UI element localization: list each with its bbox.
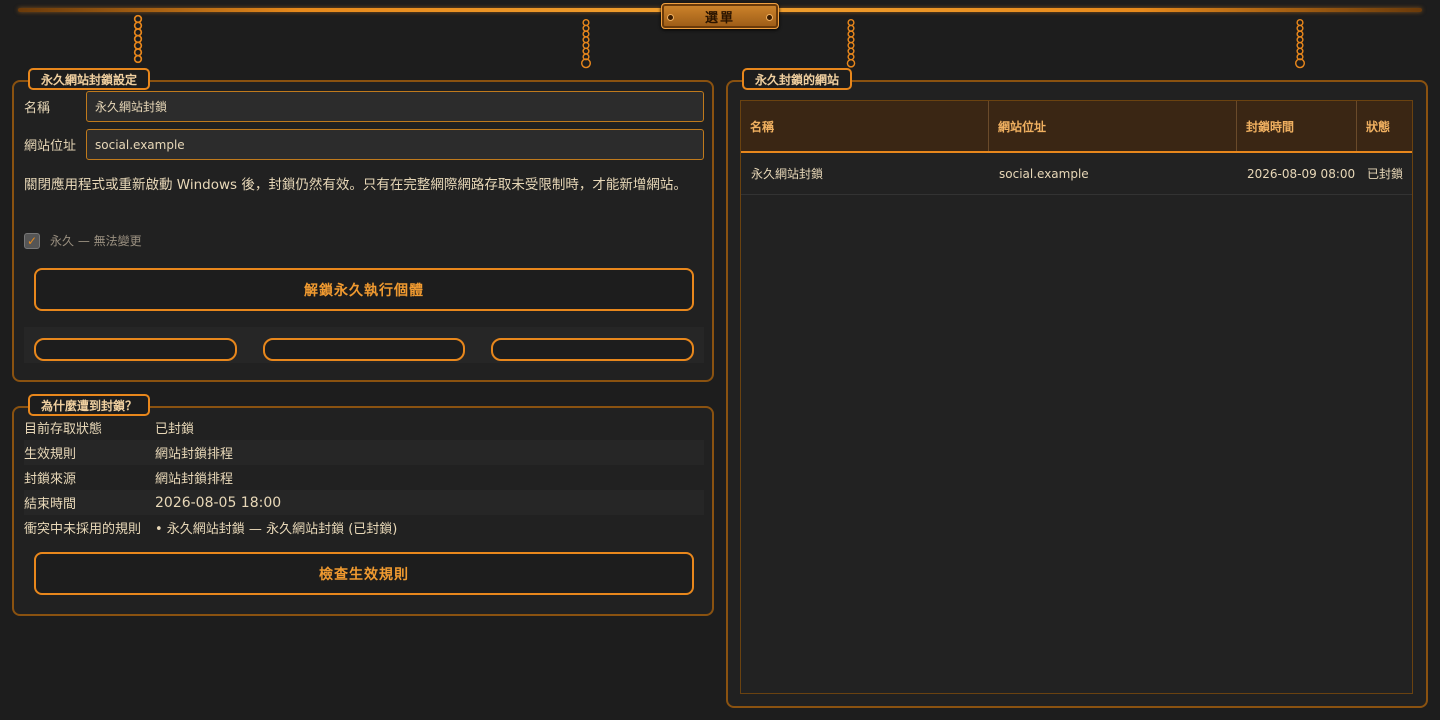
why-row-access-status: 目前存取狀態 已封鎖 [24, 415, 704, 440]
small-button-strip [24, 327, 704, 363]
url-input[interactable] [86, 129, 704, 160]
why-value: 已封鎖 [155, 422, 195, 437]
cell-name: 永久網站封鎖 [751, 167, 824, 181]
why-row-block-source: 封鎖來源 網站封鎖排程 [24, 465, 704, 490]
menu-button[interactable]: 選單 [661, 3, 779, 29]
name-input[interactable] [86, 91, 704, 122]
menu-button-label: 選單 [704, 10, 735, 26]
why-value: 網站封鎖排程 [155, 472, 234, 487]
small-button-3[interactable] [491, 338, 694, 361]
blocked-sites-group-title: 永久封鎖的網站 [742, 68, 853, 90]
why-key: 封鎖來源 [24, 472, 77, 487]
why-key: 生效規則 [24, 447, 77, 462]
url-label: 網站位址 [24, 139, 77, 154]
why-value: • 永久網站封鎖 — 永久網站封鎖 (已封鎖) [155, 522, 398, 537]
why-row-conflicting-rules: 衝突中未採用的規則 • 永久網站封鎖 — 永久網站封鎖 (已封鎖) [24, 515, 704, 540]
why-key: 結束時間 [24, 497, 77, 512]
why-key: 衝突中未採用的規則 [24, 522, 142, 537]
small-button-1[interactable] [34, 338, 237, 361]
chain-decoration-2 [581, 18, 591, 69]
column-header-url[interactable]: 網站位址 [989, 101, 1237, 151]
url-field-row: 網站位址 [24, 129, 704, 160]
why-blocked-group-title: 為什麼遭到封鎖？ [28, 394, 151, 416]
small-button-2[interactable] [263, 338, 465, 361]
column-header-status[interactable]: 狀態 [1357, 101, 1412, 151]
cell-url: social.example [999, 166, 1089, 181]
check-effective-rules-button-label: 檢查生效規則 [319, 566, 409, 583]
permanent-label: 永久 — 無法變更 [50, 234, 142, 248]
cell-status: 已封鎖 [1367, 167, 1404, 181]
why-row-end-time: 結束時間 2026-08-05 18:00 [24, 490, 704, 515]
rivet-right-icon [766, 14, 773, 21]
name-field-row: 名稱 [24, 91, 704, 122]
permanent-check-row: ✓ 永久 — 無法變更 [24, 232, 142, 249]
unlock-permanent-button-label: 解鎖永久執行個體 [304, 282, 424, 299]
why-key: 目前存取狀態 [24, 422, 103, 437]
why-value: 網站封鎖排程 [155, 447, 234, 462]
table-row[interactable]: 永久網站封鎖 social.example 2026-08-09 08:00 已… [741, 153, 1412, 195]
column-header-name[interactable]: 名稱 [741, 101, 989, 151]
name-label: 名稱 [24, 101, 51, 116]
rivet-left-icon [667, 14, 674, 21]
why-row-effective-rule: 生效規則 網站封鎖排程 [24, 440, 704, 465]
chain-decoration-4 [1295, 18, 1305, 69]
info-text: 關閉應用程式或重新啟動 Windows 後，封鎖仍然有效。只有在完整網際網路存取… [24, 177, 687, 193]
cell-time: 2026-08-09 08:00 [1247, 166, 1356, 181]
blocked-sites-table: 名稱 網站位址 封鎖時間 狀態 永久網站封鎖 social.example 20… [740, 100, 1413, 694]
blocked-sites-group: 永久封鎖的網站 名稱 網站位址 封鎖時間 狀態 永久網站封鎖 social.ex… [726, 68, 1428, 708]
permanent-checkbox[interactable]: ✓ [24, 232, 40, 249]
app-window: 選單 永久網站封鎖設定 名稱 網站位址 關閉應用程式或重新啟動 Windows … [0, 0, 1440, 720]
unlock-permanent-button[interactable]: 解鎖永久執行個體 [34, 268, 694, 311]
settings-group: 永久網站封鎖設定 名稱 網站位址 關閉應用程式或重新啟動 Windows 後，封… [12, 68, 714, 382]
why-blocked-group: 為什麼遭到封鎖？ 目前存取狀態 已封鎖 生效規則 網站封鎖排程 封鎖來源 網站封… [12, 394, 714, 616]
settings-group-title: 永久網站封鎖設定 [28, 68, 151, 90]
why-value: 2026-08-05 18:00 [155, 494, 282, 511]
column-header-time[interactable]: 封鎖時間 [1237, 101, 1357, 151]
table-header: 名稱 網站位址 封鎖時間 狀態 [741, 101, 1412, 153]
check-effective-rules-button[interactable]: 檢查生效規則 [34, 552, 694, 595]
